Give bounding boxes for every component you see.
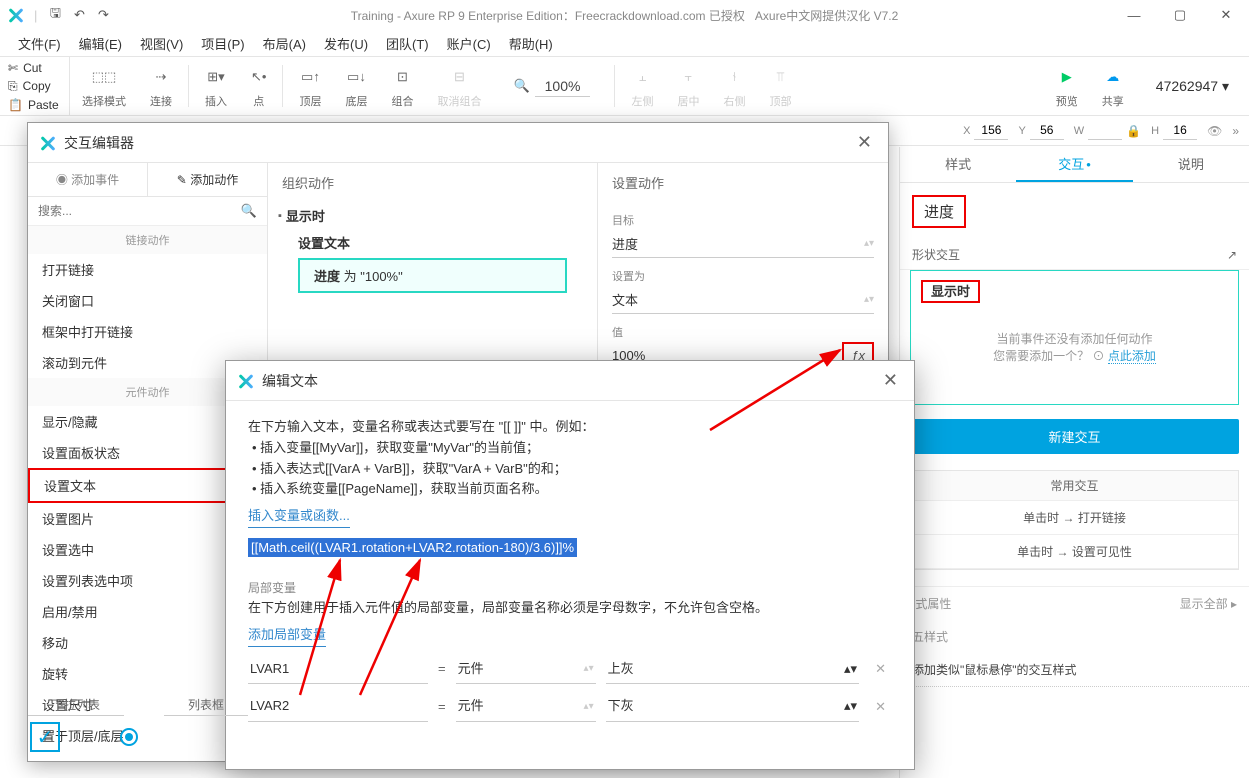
tool-group[interactable]: ⊡组合 <box>379 57 425 115</box>
maximize-button[interactable]: ▢ <box>1157 0 1203 30</box>
tab-description[interactable]: 说明 <box>1133 147 1249 182</box>
tab-add-action[interactable]: ✎ 添加动作 <box>148 163 267 196</box>
action-search[interactable] <box>38 204 241 218</box>
add-action-link[interactable]: 点此添加 <box>1108 349 1156 364</box>
set-action-header: 设置动作 <box>598 163 888 202</box>
new-interaction-button[interactable]: 新建交互 <box>910 419 1239 454</box>
pos-y[interactable] <box>1030 121 1064 140</box>
account-menu[interactable]: 47262947 ▾ <box>1136 57 1249 115</box>
edit-text-title: 编辑文本 <box>262 371 879 391</box>
tab-add-event[interactable]: ◉ 添加事件 <box>28 163 148 196</box>
align-top: ⫪顶部 <box>757 57 803 115</box>
lvar2-delete[interactable]: ✕ <box>869 697 892 718</box>
align-left: ⫠左侧 <box>619 57 665 115</box>
zoom-icon[interactable]: 🔍 <box>513 78 529 94</box>
edit-intro: 在下方输入文本，变量名称或表达式要写在 "[[ ]]" 中。例如： <box>248 417 892 438</box>
redo-icon[interactable]: ↷ <box>95 7 111 23</box>
menu-view[interactable]: 视图(V) <box>132 31 191 56</box>
tool-back[interactable]: ▭↓底层 <box>333 57 379 115</box>
target-select[interactable]: 进度▴▾ <box>612 230 874 258</box>
bottom-dropdown-label: 下拉列表 <box>28 694 124 716</box>
lvar1-widget[interactable]: 上灰▴▾ <box>606 655 860 685</box>
insert-var-link[interactable]: 插入变量或函数... <box>248 506 350 528</box>
pos-h[interactable] <box>1163 121 1197 140</box>
tool-point[interactable]: ↖•点 <box>239 57 278 115</box>
action-closewin[interactable]: 关闭窗口 <box>28 285 267 316</box>
add-local-var-link[interactable]: 添加局部变量 <box>248 625 326 647</box>
event-onshow[interactable]: 显示时 <box>921 280 980 303</box>
menu-account[interactable]: 账户(C) <box>439 31 499 56</box>
tool-ungroup: ⊟取消组合 <box>425 57 493 115</box>
common-ix-header: 常用交互 <box>911 471 1238 501</box>
tool-select[interactable]: ⬚⬚选择模式 <box>70 57 138 115</box>
common-visibility[interactable]: 单击时 → 设置可见性 <box>911 535 1238 569</box>
organize-header: 组织动作 <box>268 163 597 202</box>
zoom-value[interactable]: 100% <box>535 76 591 97</box>
window-subtitle: Axure中文网提供汉化 V7.2 <box>755 9 898 23</box>
widget-name[interactable]: 进度 <box>912 195 966 228</box>
undo-icon[interactable]: ↶ <box>71 7 87 23</box>
ix-editor-title: 交互编辑器 <box>64 133 853 153</box>
dialog-logo-icon <box>238 373 254 389</box>
tool-insert[interactable]: ⊞▾插入 <box>193 57 239 115</box>
formula-text[interactable]: [[Math.ceil((LVAR1.rotation+LVAR2.rotati… <box>248 538 577 557</box>
common-openlink[interactable]: 单击时 → 打开链接 <box>911 501 1238 535</box>
tab-style[interactable]: 样式 <box>900 147 1016 182</box>
menu-help[interactable]: 帮助(H) <box>501 31 561 56</box>
lvar1-name[interactable]: LVAR1 <box>248 655 428 685</box>
action-set-text: 设置文本 <box>278 229 587 256</box>
app-logo-icon <box>8 7 24 23</box>
edit-text-close[interactable]: ✕ <box>879 366 902 395</box>
minimize-button[interactable]: — <box>1111 0 1157 30</box>
menu-layout[interactable]: 布局(A) <box>255 31 314 56</box>
menu-edit[interactable]: 编辑(E) <box>71 31 130 56</box>
menu-project[interactable]: 项目(P) <box>193 31 252 56</box>
bottom-listbox-label: 列表框 <box>164 694 248 716</box>
shape-ix-header: 形状交互 <box>912 246 960 263</box>
radio-widget[interactable] <box>120 728 138 746</box>
show-all[interactable]: 显示全部 ▸ <box>1180 595 1237 612</box>
expand-icon[interactable]: ↗ <box>1227 248 1237 262</box>
window-title: Training - Axure RP 9 Enterprise Edition… <box>351 9 745 23</box>
align-center: ⫟居中 <box>665 57 711 115</box>
search-icon[interactable]: 🔍 <box>241 203 257 219</box>
close-button[interactable]: ✕ <box>1203 0 1249 30</box>
lvar2-widget[interactable]: 下灰▴▾ <box>606 692 860 722</box>
align-right: ⫮右侧 <box>711 57 757 115</box>
edit-text-dialog: 编辑文本 ✕ 在下方输入文本，变量名称或表达式要写在 "[[ ]]" 中。例如：… <box>225 360 915 770</box>
checkbox-widget[interactable]: ✓ <box>30 722 60 752</box>
save-icon[interactable]: 🖫 <box>47 7 63 23</box>
visibility-icon[interactable]: 👁 <box>1207 124 1222 138</box>
action-openlink[interactable]: 打开链接 <box>28 254 267 285</box>
lvar1-delete[interactable]: ✕ <box>869 659 892 680</box>
tool-front[interactable]: ▭↑顶层 <box>287 57 333 115</box>
add-hover-style[interactable]: 添加类似"鼠标悬停"的交互样式 <box>900 653 1249 687</box>
tab-interaction[interactable]: 交互 <box>1016 147 1132 182</box>
preview-button[interactable]: ▶预览 <box>1044 57 1090 115</box>
copy-button[interactable]: ⎘ Copy <box>0 77 69 96</box>
event-show[interactable]: 显示时 <box>278 202 587 229</box>
pos-w[interactable] <box>1088 121 1122 140</box>
menu-publish[interactable]: 发布(U) <box>316 31 376 56</box>
lvar2-type[interactable]: 元件▴▾ <box>456 692 596 722</box>
cut-button[interactable]: ✄ Cut <box>0 59 69 77</box>
share-button[interactable]: ☁共享 <box>1090 57 1136 115</box>
lvar2-name[interactable]: LVAR2 <box>248 692 428 722</box>
action-line[interactable]: 进度 为 "100%" <box>298 258 567 293</box>
more-icon[interactable]: » <box>1232 124 1239 138</box>
tool-connect[interactable]: ⇢连接 <box>138 57 184 115</box>
menu-file[interactable]: 文件(F) <box>10 31 69 56</box>
dialog-logo-icon <box>40 135 56 151</box>
empty-msg-1: 当前事件还没有添加任何动作 <box>925 330 1224 347</box>
pos-x[interactable] <box>974 121 1008 140</box>
paste-button[interactable]: 📋 Paste <box>0 96 69 114</box>
lvar1-type[interactable]: 元件▴▾ <box>456 655 596 685</box>
menu-bar: 文件(F) 编辑(E) 视图(V) 项目(P) 布局(A) 发布(U) 团队(T… <box>0 30 1249 56</box>
setas-select[interactable]: 文本▴▾ <box>612 286 874 314</box>
action-openframe[interactable]: 框架中打开链接 <box>28 316 267 347</box>
ix-editor-close[interactable]: ✕ <box>853 128 876 157</box>
menu-team[interactable]: 团队(T) <box>378 31 437 56</box>
